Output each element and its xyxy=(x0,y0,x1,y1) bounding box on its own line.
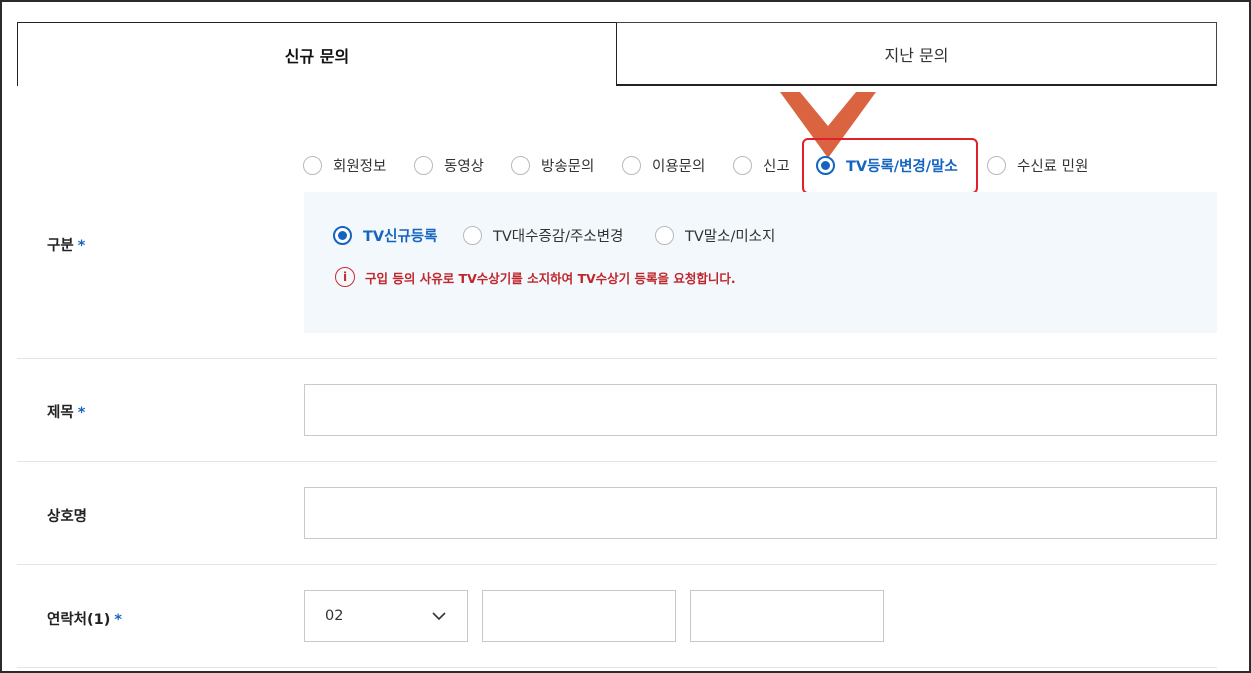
category-option-label: 신고 xyxy=(763,159,790,175)
category-option-label: 수신료 민원 xyxy=(1017,159,1089,175)
company-label: 상호명 xyxy=(47,509,88,525)
required-mark: * xyxy=(114,612,122,628)
category-option-member[interactable]: 회원정보 xyxy=(303,155,386,176)
row-divider xyxy=(17,461,1217,462)
radio-button[interactable] xyxy=(414,156,433,175)
required-mark: * xyxy=(77,405,86,421)
company-input[interactable] xyxy=(304,487,1217,539)
tab-past-inquiry[interactable]: 지난 문의 xyxy=(616,22,1217,86)
sub-option-tv-new[interactable]: TV신규등록 xyxy=(333,225,437,246)
radio-button[interactable] xyxy=(622,156,641,175)
phone-last-input[interactable] xyxy=(690,590,884,642)
tab-new-inquiry[interactable]: 신규 문의 xyxy=(17,22,617,86)
category-option-fee-complaint[interactable]: 수신료 민원 xyxy=(987,155,1088,176)
category-option-broadcast[interactable]: 방송문의 xyxy=(511,155,594,176)
sub-option-label: TV신규등록 xyxy=(363,229,438,245)
category-option-video[interactable]: 동영상 xyxy=(414,155,484,176)
sub-option-label: TV말소/미소지 xyxy=(685,229,776,245)
category-option-usage[interactable]: 이용문의 xyxy=(622,155,705,176)
category-option-report[interactable]: 신고 xyxy=(733,155,790,176)
sub-option-label: TV대수증감/주소변경 xyxy=(493,229,624,245)
phone-middle-input[interactable] xyxy=(482,590,676,642)
area-code-select[interactable]: 02 xyxy=(304,590,468,642)
title-label: 제목 * xyxy=(47,401,85,422)
sub-option-tv-change[interactable]: TV대수증감/주소변경 xyxy=(463,225,623,246)
contact-label: 연락처(1) * xyxy=(47,608,122,629)
category-option-label: 이용문의 xyxy=(652,159,706,175)
row-divider xyxy=(17,564,1217,565)
contact-label-text: 연락처(1) xyxy=(47,612,111,628)
notice-message: i 구입 등의 사유로 TV수상기를 소지하여 TV수상기 등록을 요청합니다. xyxy=(335,267,736,287)
title-label-text: 제목 xyxy=(47,405,74,421)
chevron-down-icon xyxy=(432,612,446,621)
radio-button[interactable] xyxy=(463,226,482,245)
row-divider xyxy=(17,667,1217,668)
radio-button-checked[interactable] xyxy=(333,226,352,245)
radio-button[interactable] xyxy=(733,156,752,175)
radio-button[interactable] xyxy=(987,156,1006,175)
category-label: 구분 * xyxy=(47,234,85,255)
row-divider xyxy=(17,358,1217,359)
area-code-value: 02 xyxy=(325,608,344,624)
required-mark: * xyxy=(77,238,86,254)
radio-button[interactable] xyxy=(655,226,674,245)
info-circle-icon: i xyxy=(335,267,355,287)
category-option-label: 동영상 xyxy=(444,159,485,175)
category-option-label: 회원정보 xyxy=(333,159,387,175)
window-frame xyxy=(0,0,1251,673)
sub-options-panel xyxy=(304,192,1217,333)
category-option-label: 방송문의 xyxy=(541,159,595,175)
category-label-text: 구분 xyxy=(47,238,74,254)
sub-option-tv-cancel[interactable]: TV말소/미소지 xyxy=(655,225,775,246)
selection-highlight-box xyxy=(802,138,978,194)
radio-button[interactable] xyxy=(303,156,322,175)
radio-button[interactable] xyxy=(511,156,530,175)
notice-text: 구입 등의 사유로 TV수상기를 소지하여 TV수상기 등록을 요청합니다. xyxy=(365,270,736,286)
title-input[interactable] xyxy=(304,384,1217,436)
